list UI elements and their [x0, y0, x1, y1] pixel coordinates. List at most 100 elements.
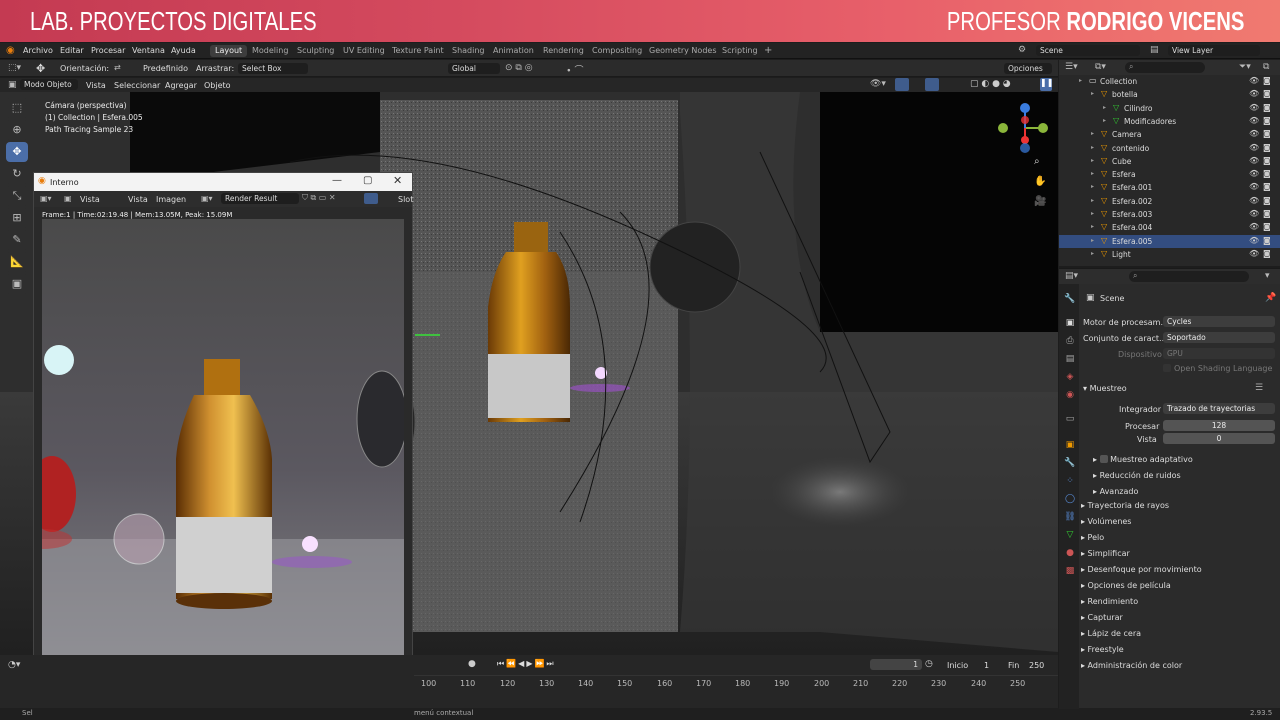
- zoom-icon[interactable]: ⌕: [1034, 156, 1040, 167]
- tab-rendering[interactable]: Rendering: [538, 45, 589, 57]
- visibility-eye-icon[interactable]: 👁: [1249, 196, 1259, 205]
- outliner-row[interactable]: ▸ ▽ botella 👁 ◙: [1059, 88, 1280, 101]
- properties-panel-header[interactable]: ▸ Freestyle: [1081, 645, 1124, 654]
- properties-type-icon[interactable]: ▤▾: [1065, 271, 1078, 281]
- current-frame-field[interactable]: 1: [870, 659, 922, 670]
- tab-modeling[interactable]: Modeling: [247, 45, 293, 57]
- pan-hand-icon[interactable]: ✋: [1034, 176, 1046, 187]
- sampling-panel-toggle[interactable]: ▾ Muestreo: [1083, 384, 1127, 393]
- expand-arrow-icon[interactable]: ▸: [1091, 144, 1094, 151]
- engine-selector[interactable]: Cycles: [1163, 316, 1275, 327]
- advanced-subpanel[interactable]: ▸ Avanzado: [1093, 487, 1138, 496]
- properties-options-icon[interactable]: ▾: [1265, 271, 1270, 281]
- image-editor-type-icon[interactable]: ▣▾: [40, 194, 52, 203]
- pause-icon[interactable]: ❚❚: [1040, 78, 1053, 91]
- properties-editor[interactable]: ▤▾ ⌕ ▾ 🔧 ▣ ⎙ ▤ ◈ ◉ ▭ ▣ 🔧 ⁘ ◯ ⛓ ▽ ● ▩ ▣ S…: [1059, 268, 1280, 709]
- outliner-row[interactable]: ▸ ▽ Light 👁 ◙: [1059, 248, 1280, 261]
- render-window-titlebar[interactable]: ◉ Interno — ▢ ✕: [34, 173, 412, 191]
- render-camera-icon[interactable]: ◙: [1263, 222, 1271, 231]
- properties-panel-header[interactable]: ▸ Trayectoria de rayos: [1081, 501, 1169, 510]
- integrator-selector[interactable]: Trazado de trayectorias: [1163, 403, 1275, 414]
- playback-controls-icon[interactable]: ⏮⏪◀▶⏩⏭: [497, 659, 556, 669]
- sampling-presets-icon[interactable]: ☰: [1255, 383, 1263, 393]
- window-menu-vista-2[interactable]: Vista: [128, 195, 148, 204]
- snap-icon[interactable]: ∙ ⌒: [566, 63, 584, 76]
- tab-shading[interactable]: Shading: [447, 45, 490, 57]
- properties-panel-header[interactable]: ▸ Desenfoque por movimiento: [1081, 565, 1202, 574]
- collection-tab-icon[interactable]: ▭: [1062, 414, 1078, 428]
- render-camera-icon[interactable]: ◙: [1263, 129, 1271, 138]
- particles-tab-icon[interactable]: ⁘: [1062, 476, 1078, 490]
- shading-modes-icon[interactable]: ▢ ◐ ● ◕: [970, 79, 1011, 89]
- outliner-row[interactable]: ▸ ▽ Esfera.002 👁 ◙: [1059, 195, 1280, 208]
- drag-selector[interactable]: Select Box: [238, 63, 308, 74]
- material-tab-icon[interactable]: ●: [1062, 548, 1078, 562]
- add-cube-icon[interactable]: ▣: [6, 274, 28, 294]
- window-menu-imagen[interactable]: Imagen: [156, 195, 186, 204]
- select-box-icon[interactable]: ⬚: [6, 98, 28, 118]
- viewport-samples-field[interactable]: 0: [1163, 433, 1275, 444]
- end-frame-field[interactable]: 250: [1029, 661, 1044, 670]
- navigation-gizmo-icon[interactable]: [995, 98, 1055, 158]
- outliner-search-input[interactable]: ⌕: [1125, 62, 1205, 73]
- scene-tab-icon[interactable]: ◈: [1062, 372, 1078, 386]
- data-tab-icon[interactable]: ▽: [1062, 530, 1078, 544]
- render-camera-icon[interactable]: ◙: [1263, 169, 1271, 178]
- add-workspace-icon[interactable]: +: [764, 45, 772, 56]
- visibility-eye-icon[interactable]: 👁: [1249, 169, 1259, 178]
- camera-view-icon[interactable]: 🎥: [1034, 196, 1046, 207]
- image-name-field[interactable]: Render Result: [221, 193, 299, 204]
- visibility-eye-icon[interactable]: 👁: [1249, 156, 1259, 165]
- viewport-menu-seleccionar[interactable]: Seleccionar: [114, 81, 160, 90]
- outliner-type-icon[interactable]: ☰▾: [1065, 62, 1078, 72]
- render-camera-icon[interactable]: ◙: [1263, 89, 1271, 98]
- visibility-eye-icon[interactable]: 👁: [1249, 236, 1259, 245]
- menu-archivo[interactable]: Archivo: [23, 46, 53, 55]
- keyframe-record-icon[interactable]: ●: [468, 659, 476, 669]
- physics-tab-icon[interactable]: ◯: [1062, 494, 1078, 508]
- menu-procesar[interactable]: Procesar: [91, 46, 125, 55]
- close-icon[interactable]: ✕: [393, 174, 402, 187]
- device-selector[interactable]: GPU: [1163, 348, 1275, 359]
- render-camera-icon[interactable]: ◙: [1263, 116, 1271, 125]
- visibility-eye-icon[interactable]: 👁: [1249, 89, 1259, 98]
- denoise-subpanel[interactable]: ▸ Reducción de ruidos: [1093, 471, 1181, 480]
- rotate-icon[interactable]: ↻: [6, 164, 28, 184]
- overlay-icon[interactable]: [364, 193, 378, 204]
- cursor-icon[interactable]: ⊕: [6, 120, 28, 140]
- render-camera-icon[interactable]: ◙: [1263, 143, 1271, 152]
- timeline-ruler[interactable]: 100 110 120 130 140 150 160 170 180 190 …: [414, 675, 1058, 689]
- start-frame-field[interactable]: 1: [984, 661, 989, 670]
- maximize-icon[interactable]: ▢: [363, 175, 372, 186]
- visibility-eye-icon[interactable]: 👁: [1249, 222, 1259, 231]
- viewport-menu-objeto[interactable]: Objeto: [204, 81, 231, 90]
- properties-search-input[interactable]: ⌕: [1129, 271, 1249, 282]
- visibility-icon[interactable]: 👁▾: [870, 79, 886, 89]
- outliner-row[interactable]: ▸ ▽ Cilindro 👁 ◙: [1059, 102, 1280, 115]
- image-actions-icon[interactable]: ⛉ ⧉ ▭ ✕: [302, 193, 336, 203]
- outliner-row[interactable]: ▸ ▽ Esfera.004 👁 ◙: [1059, 221, 1280, 234]
- move-gizmo-icon[interactable]: ✥: [36, 62, 45, 75]
- properties-panel-header[interactable]: ▸ Simplificar: [1081, 549, 1130, 558]
- render-camera-icon[interactable]: ◙: [1263, 196, 1271, 205]
- outliner-row[interactable]: ▸ ▽ Cube 👁 ◙: [1059, 155, 1280, 168]
- timeline-editor-icon[interactable]: ◔▾: [8, 660, 20, 670]
- visibility-eye-icon[interactable]: 👁: [1249, 182, 1259, 191]
- filter-icon[interactable]: ⏷▾: [1239, 62, 1251, 72]
- render-samples-field[interactable]: 128: [1163, 420, 1275, 431]
- properties-panel-header[interactable]: ▸ Lápiz de cera: [1081, 629, 1141, 638]
- osl-checkbox[interactable]: [1163, 364, 1171, 372]
- tab-sculpting[interactable]: Sculpting: [292, 45, 339, 57]
- visibility-eye-icon[interactable]: 👁: [1249, 129, 1259, 138]
- render-tab-icon[interactable]: ▣: [1062, 318, 1078, 332]
- visibility-eye-icon[interactable]: 👁: [1249, 209, 1259, 218]
- object-tab-icon[interactable]: ▣: [1062, 440, 1078, 454]
- render-camera-icon[interactable]: ◙: [1263, 156, 1271, 165]
- visibility-eye-icon[interactable]: 👁: [1249, 76, 1259, 85]
- new-collection-icon[interactable]: ⧉: [1263, 62, 1269, 72]
- expand-arrow-icon[interactable]: ▸: [1091, 90, 1094, 97]
- outliner-row[interactable]: ▸ ▽ Esfera.005 👁 ◙: [1059, 234, 1280, 248]
- adaptive-subpanel[interactable]: ▸ Muestreo adaptativo: [1093, 455, 1193, 464]
- properties-panel-header[interactable]: ▸ Capturar: [1081, 613, 1123, 622]
- timeline-editor[interactable]: ◔▾ ● ⏮⏪◀▶⏩⏭ 1 ◷ Inicio 1 Fin 250 100 110…: [0, 655, 1058, 708]
